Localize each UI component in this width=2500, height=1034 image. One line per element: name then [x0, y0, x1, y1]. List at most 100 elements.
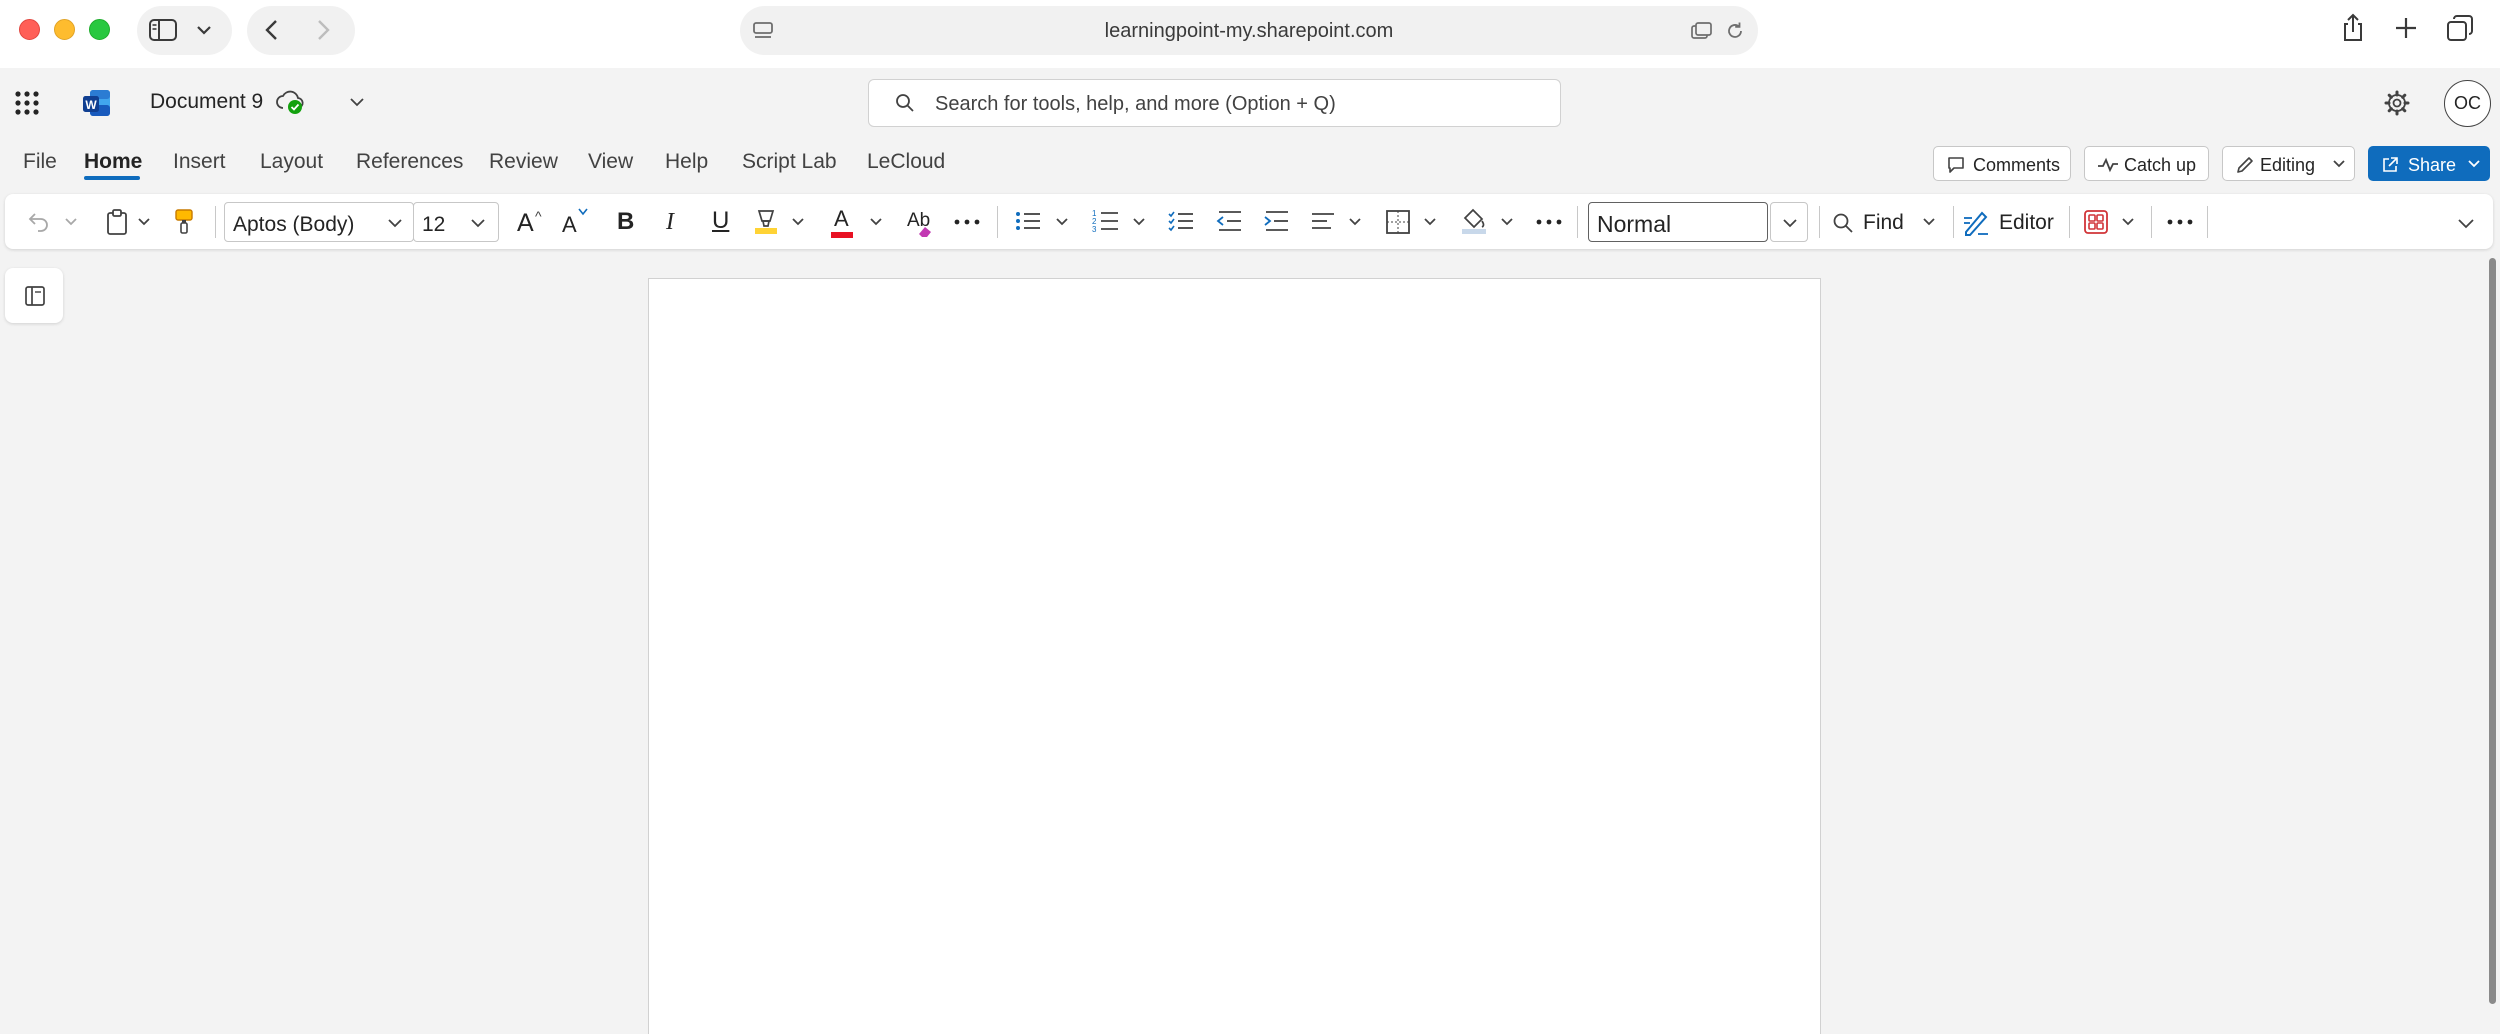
reload-icon[interactable] [1725, 21, 1745, 41]
align-chevron-down-icon[interactable] [1348, 216, 1362, 228]
tab-view[interactable]: View [588, 150, 633, 174]
undo-chevron-down-icon[interactable] [64, 216, 78, 228]
font-name-dropdown[interactable]: Aptos (Body) [224, 202, 414, 242]
sidebar-toggle-group [137, 6, 232, 55]
bullets-chevron-down-icon[interactable] [1055, 216, 1069, 228]
align-left-icon[interactable] [1310, 209, 1336, 233]
comments-label: Comments [1973, 155, 2061, 175]
font-size-dropdown[interactable]: 12 [413, 202, 499, 242]
tab-references[interactable]: References [356, 150, 463, 174]
share-icon[interactable] [2340, 13, 2366, 43]
home-ribbon-toolbar: Aptos (Body) 12 A ^ A B I U A Ab 1 2 3 N… [5, 194, 2493, 249]
increase-indent-icon[interactable] [1263, 209, 1289, 233]
font-size-chevron-down-icon [470, 217, 486, 229]
comments-button[interactable]: Comments [1933, 146, 2071, 181]
decrease-indent-icon[interactable] [1216, 209, 1242, 233]
new-tab-icon[interactable] [2393, 15, 2419, 41]
navigation-pane-icon [24, 285, 46, 307]
tab-lecloud[interactable]: LeCloud [867, 150, 945, 174]
app-header: W Document 9 Search for tools, help, and… [0, 68, 2500, 138]
tab-review[interactable]: Review [489, 150, 558, 174]
account-avatar[interactable]: OC [2444, 80, 2491, 127]
borders-chevron-down-icon[interactable] [1423, 216, 1437, 228]
url-text: learningpoint-my.sharepoint.com [1104, 20, 1394, 42]
back-icon[interactable] [260, 18, 284, 42]
tab-layout[interactable]: Layout [260, 150, 323, 174]
more-paragraph-options-icon[interactable] [1535, 218, 1563, 226]
cloud-check-icon[interactable] [275, 88, 305, 116]
highlight-icon[interactable] [753, 207, 779, 235]
underline-button[interactable]: U [712, 209, 729, 233]
undo-icon[interactable] [27, 209, 51, 233]
font-size-value: 12 [422, 213, 446, 236]
vertical-scrollbar[interactable] [2489, 258, 2496, 1004]
borders-icon[interactable] [1385, 209, 1411, 235]
settings-gear-icon[interactable] [2383, 89, 2411, 117]
document-page[interactable] [648, 278, 1821, 1034]
title-chevron-down-icon[interactable] [349, 95, 365, 109]
search-input[interactable]: Search for tools, help, and more (Option… [868, 79, 1561, 127]
tab-home[interactable]: Home [84, 150, 142, 174]
bold-button[interactable]: B [617, 210, 634, 234]
find-button[interactable]: Find [1828, 202, 1946, 242]
clipboard-icon[interactable] [105, 208, 129, 236]
paste-chevron-down-icon[interactable] [137, 216, 151, 228]
numbering-icon[interactable]: 123 [1091, 208, 1119, 234]
checklist-icon[interactable] [1168, 209, 1194, 233]
shading-bucket-icon[interactable] [1460, 207, 1488, 235]
tab-help[interactable]: Help [665, 150, 708, 174]
editor-label: Editor [1999, 211, 2054, 234]
highlight-chevron-down-icon[interactable] [791, 216, 805, 228]
editor-button[interactable]: Editor [1960, 202, 2065, 242]
pencil-icon [2235, 155, 2255, 175]
styles-gallery-dropdown[interactable] [1770, 202, 1808, 242]
style-value: Normal [1597, 211, 1672, 237]
catch-up-button[interactable]: Catch up [2084, 146, 2209, 181]
show-tabs-icon[interactable] [2446, 14, 2474, 42]
tab-file[interactable]: File [23, 150, 57, 174]
more-options-icon[interactable] [2166, 218, 2194, 226]
shrink-font-button[interactable]: A [562, 213, 577, 237]
grow-font-button[interactable]: A [517, 211, 534, 236]
style-input[interactable]: Normal [1588, 202, 1768, 242]
sidebar-icon[interactable] [148, 17, 178, 43]
share-button[interactable]: Share [2368, 146, 2490, 181]
close-window-button[interactable] [19, 19, 40, 40]
format-painter-icon[interactable] [173, 208, 195, 236]
bullets-icon[interactable] [1015, 209, 1041, 233]
find-label: Find [1863, 211, 1904, 234]
navigation-pane-button[interactable] [5, 268, 63, 323]
add-ins-icon[interactable] [2083, 209, 2109, 235]
font-color-chevron-down-icon[interactable] [869, 216, 883, 228]
address-bar[interactable]: learningpoint-my.sharepoint.com [740, 6, 1758, 55]
numbering-chevron-down-icon[interactable] [1132, 216, 1146, 228]
forward-icon[interactable] [311, 18, 335, 42]
chevron-down-icon[interactable] [195, 21, 213, 39]
ribbon-expand-chevron-down-icon[interactable] [2457, 216, 2475, 230]
font-color-button[interactable]: A [834, 207, 849, 231]
editing-label: Editing [2260, 155, 2316, 175]
add-ins-chevron-down-icon[interactable] [2121, 216, 2135, 228]
navigation-group [247, 6, 355, 55]
tab-insert[interactable]: Insert [173, 150, 226, 174]
toolbar-separator [1953, 206, 1954, 238]
editing-mode-button[interactable]: Editing [2222, 146, 2355, 181]
shading-chevron-down-icon[interactable] [1500, 216, 1514, 228]
minimize-window-button[interactable] [54, 19, 75, 40]
toolbar-separator [2151, 206, 2152, 238]
browser-toolbar: learningpoint-my.sharepoint.com [0, 0, 2500, 68]
maximize-window-button[interactable] [89, 19, 110, 40]
app-launcher-icon[interactable] [14, 90, 40, 116]
more-font-options-icon[interactable] [953, 218, 981, 226]
tab-overview-icon[interactable] [1690, 21, 1714, 41]
pulse-icon [2097, 156, 2119, 174]
toolbar-separator [1819, 206, 1820, 238]
find-chevron-down-icon [1922, 216, 1936, 228]
grow-font-caret-icon: ^ [535, 208, 542, 224]
word-logo-icon[interactable]: W [82, 88, 112, 118]
comment-icon [1946, 155, 1966, 175]
tab-script-lab[interactable]: Script Lab [742, 150, 837, 174]
document-title[interactable]: Document 9 [150, 90, 263, 114]
italic-button[interactable]: I [666, 210, 674, 234]
share-chevron-down-icon [2467, 158, 2481, 170]
